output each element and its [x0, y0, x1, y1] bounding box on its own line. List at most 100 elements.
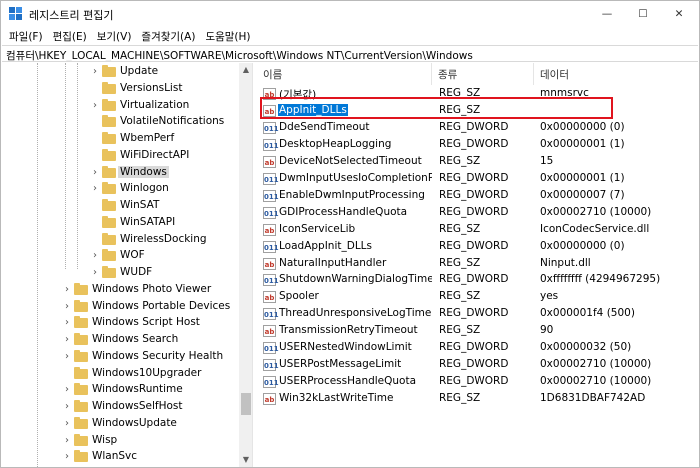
- chevron-right-icon[interactable]: ›: [90, 166, 100, 180]
- chevron-right-icon[interactable]: ›: [62, 283, 72, 297]
- menu-edit[interactable]: 편집(E): [49, 27, 91, 45]
- tree-item-label: Windows: [118, 165, 169, 178]
- tree-item[interactable]: › Windows Security Health: [2, 349, 238, 365]
- tree-item[interactable]: › WlanSvc: [2, 449, 238, 465]
- menu-view[interactable]: 보기(V): [93, 27, 136, 45]
- value-data: yes: [540, 290, 559, 303]
- reg-dword-icon: 011: [263, 121, 279, 134]
- tree-item[interactable]: › Wisp: [2, 433, 238, 449]
- value-data: 0x000001f4 (500): [540, 307, 635, 320]
- chevron-right-icon[interactable]: ›: [62, 450, 72, 464]
- tree-item[interactable]: › WOF: [2, 248, 238, 264]
- scroll-up-icon[interactable]: ▲: [239, 63, 252, 77]
- tree-item[interactable]: › Windows Photo Viewer: [2, 282, 238, 298]
- reg-string-icon: ab: [263, 155, 276, 168]
- value-row[interactable]: 011 USERPostMessageLimit REG_DWORD 0x000027…: [257, 357, 699, 374]
- tree-item[interactable]: › Windows Portable Devices: [2, 299, 238, 315]
- tree-item[interactable]: VolatileNotifications: [2, 114, 238, 130]
- chevron-right-icon[interactable]: ›: [62, 400, 72, 414]
- value-row[interactable]: 011 USERNestedWindowLimit REG_DWORD 0x00000…: [257, 340, 699, 357]
- value-row[interactable]: ab NaturalInputHandler REG_SZ Ninput.dll: [257, 256, 699, 273]
- value-data: 0x00000001 (1): [540, 171, 625, 184]
- chevron-right-icon[interactable]: ›: [62, 333, 72, 347]
- value-row[interactable]: 011 DwmInputUsesIoCompletionP... REG_DWORD…: [257, 171, 699, 188]
- value-row[interactable]: 011 EnableDwmInputProcessing REG_DWORD 0x00…: [257, 188, 699, 205]
- folder-icon: [74, 349, 88, 362]
- folder-icon: [74, 400, 88, 412]
- value-row[interactable]: 011 DesktopHeapLogging REG_DWORD 0x00000001…: [257, 137, 699, 154]
- value-row[interactable]: 011 ThreadUnresponsiveLogTime... REG_DWORD…: [257, 306, 699, 323]
- value-name: GDIProcessHandleQuota: [279, 205, 408, 218]
- tree-item[interactable]: VersionsList: [2, 81, 238, 97]
- reg-dword-icon: 011: [263, 376, 279, 389]
- value-row[interactable]: ab Win32kLastWriteTime REG_SZ 1D6831DBAF742…: [257, 391, 699, 408]
- chevron-right-icon[interactable]: ›: [62, 316, 72, 330]
- value-type: REG_DWORD: [439, 239, 509, 252]
- highlight-annotation-box: [260, 97, 613, 119]
- reg-dword-icon: 011: [263, 274, 279, 287]
- value-name: DeviceNotSelectedTimeout: [279, 154, 422, 167]
- tree-item[interactable]: WbemPerf: [2, 131, 238, 147]
- tree-item[interactable]: › Windows: [2, 165, 238, 181]
- value-row[interactable]: ab TransmissionRetryTimeout REG_SZ 90: [257, 323, 699, 340]
- chevron-right-icon[interactable]: ›: [62, 417, 72, 431]
- tree-item[interactable]: › Winlogon: [2, 181, 238, 197]
- value-row[interactable]: 011 ShutdownWarningDialogTime... REG_DWORD…: [257, 272, 699, 289]
- tree-item[interactable]: › Windows Script Host: [2, 315, 238, 331]
- chevron-right-icon[interactable]: ›: [62, 300, 72, 314]
- value-type: REG_DWORD: [439, 341, 509, 354]
- maximize-button[interactable]: ☐: [625, 1, 661, 27]
- column-header-name[interactable]: 이름: [257, 63, 429, 85]
- folder-icon: [74, 383, 88, 396]
- value-row[interactable]: ab DeviceNotSelectedTimeout REG_SZ 15: [257, 154, 699, 171]
- tree-item[interactable]: › WindowsSelfHost: [2, 399, 238, 415]
- tree-item-label: WirelessDocking: [120, 232, 207, 245]
- value-row[interactable]: 011 LoadAppInit_DLLs REG_DWORD 0x00000000 (…: [257, 239, 699, 256]
- tree-item-label: WiFiDirectAPI: [120, 148, 190, 161]
- chevron-right-icon[interactable]: ›: [90, 182, 100, 196]
- address-bar[interactable]: 컴퓨터\HKEY_LOCAL_MACHINE\SOFTWARE\Microsof…: [2, 45, 698, 62]
- title-bar[interactable]: 레지스트리 편집기 — ☐ ✕: [1, 1, 699, 27]
- tree-item[interactable]: › Windows Search: [2, 332, 238, 348]
- scroll-down-icon[interactable]: ▼: [239, 453, 252, 467]
- tree-item[interactable]: WiFiDirectAPI: [2, 148, 238, 164]
- tree-item[interactable]: WinSATAPI: [2, 215, 238, 231]
- tree-item[interactable]: › Update: [2, 64, 238, 80]
- value-row[interactable]: 011 USERProcessHandleQuota REG_DWORD 0x0000…: [257, 374, 699, 391]
- tree-item[interactable]: › WUDF: [2, 265, 238, 281]
- chevron-right-icon[interactable]: ›: [62, 383, 72, 397]
- tree-scrollbar[interactable]: ▲ ▼: [239, 63, 252, 467]
- value-name: Spooler: [279, 290, 319, 303]
- minimize-button[interactable]: —: [589, 1, 625, 27]
- column-header-data[interactable]: 데이터: [534, 63, 694, 85]
- key-tree-pane: › Update VersionsList › Virtualization Volati…: [2, 63, 253, 467]
- chevron-right-icon[interactable]: ›: [62, 434, 72, 448]
- tree-item-label: Virtualization: [120, 98, 190, 111]
- tree-item[interactable]: › WindowsRuntime: [2, 382, 238, 398]
- chevron-right-icon[interactable]: ›: [90, 99, 100, 113]
- tree-item-label: Update: [120, 65, 159, 77]
- value-row[interactable]: 011 GDIProcessHandleQuota REG_DWORD 0x00002…: [257, 205, 699, 222]
- chevron-right-icon[interactable]: ›: [90, 266, 100, 280]
- menu-file[interactable]: 파일(F): [5, 27, 47, 45]
- value-row[interactable]: ab IconServiceLib REG_SZ IconCodecService.d…: [257, 222, 699, 239]
- value-row[interactable]: 011 DdeSendTimeout REG_DWORD 0x00000000 (0): [257, 120, 699, 137]
- tree-item[interactable]: WinSAT: [2, 198, 238, 214]
- values-pane: 이름 종류 데이터 ab (기본값) REG_SZ mnmsrvc ab AppInit_…: [257, 63, 699, 467]
- chevron-right-icon[interactable]: ›: [62, 350, 72, 364]
- close-button[interactable]: ✕: [661, 1, 697, 27]
- value-data: 0x00002710 (10000): [540, 375, 652, 388]
- chevron-right-icon[interactable]: ›: [90, 65, 100, 79]
- column-header-type[interactable]: 종류: [432, 63, 532, 85]
- menu-favorites[interactable]: 즐겨찾기(A): [137, 27, 199, 45]
- tree-item[interactable]: Windows10Upgrader: [2, 366, 238, 382]
- tree-item[interactable]: WirelessDocking: [2, 232, 238, 248]
- chevron-right-icon[interactable]: ›: [90, 249, 100, 263]
- menu-help[interactable]: 도움말(H): [201, 27, 254, 45]
- tree-item[interactable]: › WindowsUpdate: [2, 416, 238, 432]
- value-type: REG_SZ: [439, 290, 481, 303]
- value-type: REG_SZ: [439, 256, 481, 269]
- value-row[interactable]: ab Spooler REG_SZ yes: [257, 289, 699, 306]
- scrollbar-thumb[interactable]: [241, 393, 251, 415]
- tree-item[interactable]: › Virtualization: [2, 98, 238, 114]
